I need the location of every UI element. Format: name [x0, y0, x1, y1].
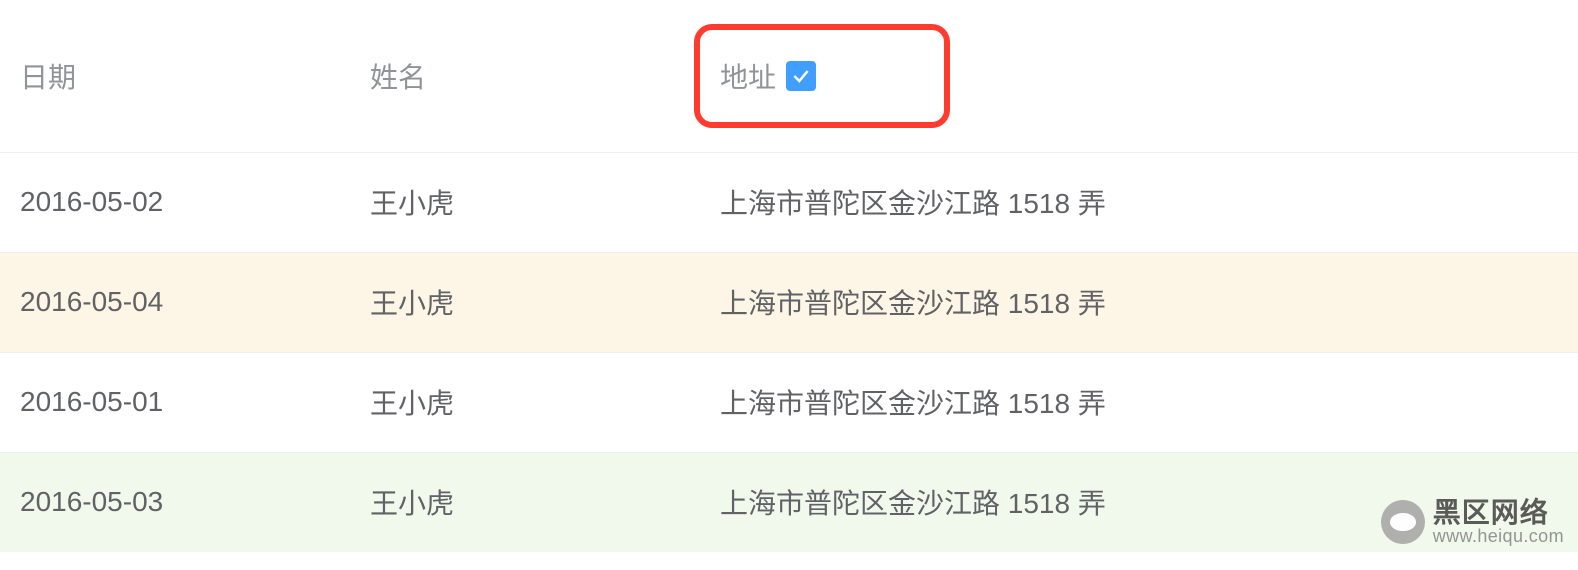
data-table: 日期 姓名 地址 2016-05-02 王小虎 上海市普陀区金沙江路 1518 … — [0, 0, 1578, 552]
table-row[interactable]: 2016-05-02 王小虎 上海市普陀区金沙江路 1518 弄 — [0, 152, 1578, 252]
column-header-addr[interactable]: 地址 — [700, 0, 1578, 152]
cell-date: 2016-05-03 — [0, 452, 350, 552]
cell-date: 2016-05-04 — [0, 252, 350, 352]
mushroom-icon — [1381, 500, 1425, 544]
watermark-title: 黑区网络 — [1433, 498, 1564, 527]
cell-name: 王小虎 — [350, 352, 700, 452]
cell-name: 王小虎 — [350, 152, 700, 252]
cell-addr: 上海市普陀区金沙江路 1518 弄 — [700, 352, 1578, 452]
cell-name: 王小虎 — [350, 452, 700, 552]
table-row[interactable]: 2016-05-01 王小虎 上海市普陀区金沙江路 1518 弄 — [0, 352, 1578, 452]
column-header-name[interactable]: 姓名 — [350, 0, 700, 152]
cell-date: 2016-05-01 — [0, 352, 350, 452]
table-row[interactable]: 2016-05-04 王小虎 上海市普陀区金沙江路 1518 弄 — [0, 252, 1578, 352]
column-header-date[interactable]: 日期 — [0, 0, 350, 152]
check-icon — [791, 66, 811, 86]
addr-checkbox[interactable] — [786, 61, 816, 91]
column-header-addr-label: 地址 — [720, 56, 776, 96]
cell-addr: 上海市普陀区金沙江路 1518 弄 — [700, 252, 1578, 352]
watermark-url: www.heiqu.com — [1433, 527, 1564, 546]
table-row[interactable]: 2016-05-03 王小虎 上海市普陀区金沙江路 1518 弄 — [0, 452, 1578, 552]
watermark: 黑区网络 www.heiqu.com — [1381, 498, 1564, 546]
table-header-row: 日期 姓名 地址 — [0, 0, 1578, 152]
cell-addr: 上海市普陀区金沙江路 1518 弄 — [700, 152, 1578, 252]
cell-date: 2016-05-02 — [0, 152, 350, 252]
cell-name: 王小虎 — [350, 252, 700, 352]
